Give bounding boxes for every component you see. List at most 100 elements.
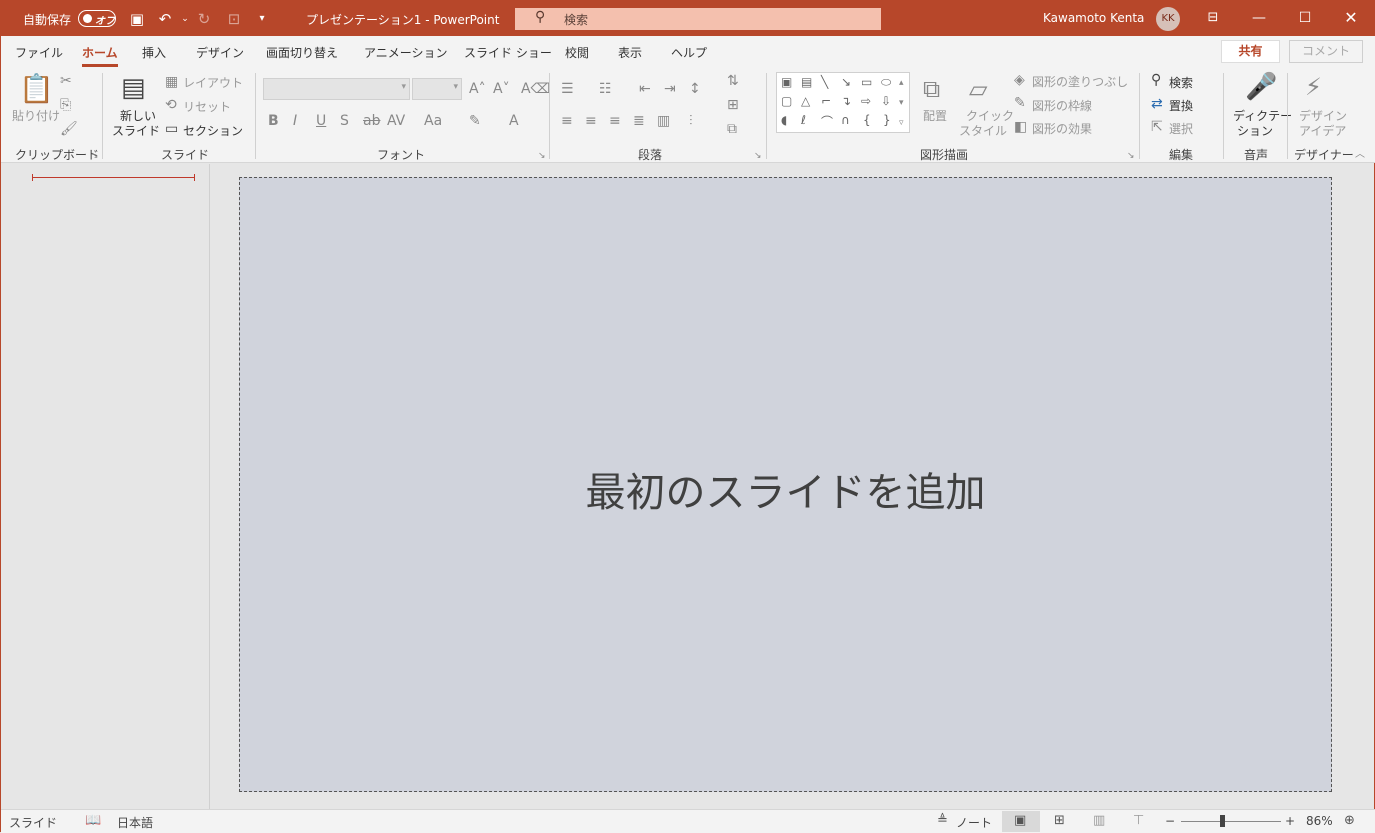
maximize-icon[interactable]: ☐ [1293, 7, 1317, 29]
tab-view[interactable]: 表示 [618, 44, 642, 61]
font-family-select[interactable]: ▾ [263, 78, 410, 100]
bold-icon[interactable]: B [268, 113, 279, 129]
elbow-connector-shape-icon[interactable]: ⌐ [821, 94, 831, 108]
replace-button[interactable]: 置換 [1169, 97, 1193, 114]
tab-insert[interactable]: 挿入 [142, 44, 166, 61]
drawing-launcher-icon[interactable]: ↘ [1127, 151, 1135, 161]
justify-icon[interactable]: ≣ [633, 113, 645, 129]
left-brace-shape-icon[interactable]: { [863, 113, 871, 127]
tab-design[interactable]: デザイン [196, 44, 244, 61]
user-name[interactable]: Kawamoto Kenta [1043, 11, 1144, 25]
textbox-shape-icon[interactable]: ▣ [781, 75, 792, 89]
select-button[interactable]: 選択 [1169, 120, 1193, 137]
right-brace-shape-icon[interactable]: } [883, 113, 891, 127]
reading-view-icon[interactable]: ▥ [1093, 813, 1105, 828]
line-shape-icon[interactable]: ╲ [821, 75, 828, 89]
change-case-icon[interactable]: Aa [424, 113, 442, 129]
paste-icon[interactable]: 📋 [19, 73, 54, 105]
avatar[interactable]: KK [1156, 7, 1180, 31]
redo-icon[interactable]: ↻ [194, 9, 214, 29]
cut-icon[interactable]: ✂ [60, 73, 72, 89]
italic-icon[interactable]: I [293, 113, 297, 129]
tab-transitions[interactable]: 画面切り替え [266, 44, 338, 61]
clear-formatting-icon[interactable]: A⌫ [521, 81, 550, 97]
copy-icon[interactable]: ⎘ [60, 97, 71, 113]
scribble-shape-icon[interactable]: ℓ [801, 113, 806, 127]
tab-file[interactable]: ファイル [15, 44, 63, 61]
quick-styles-icon[interactable]: ▱ [969, 75, 987, 103]
shape-outline-button[interactable]: 図形の枠線 [1032, 97, 1092, 114]
zoom-out-icon[interactable]: − [1165, 814, 1175, 828]
numbering-icon[interactable]: ☷ [599, 81, 612, 97]
increase-indent-icon[interactable]: ⇥ [664, 81, 676, 97]
add-first-slide-area[interactable]: 最初のスライドを追加 [239, 177, 1332, 792]
rounded-rect-shape-icon[interactable]: ▢ [781, 94, 792, 108]
add-first-slide-prompt[interactable]: 最初のスライドを追加 [240, 460, 1331, 518]
font-launcher-icon[interactable]: ↘ [538, 151, 546, 161]
language-indicator[interactable]: 日本語 [117, 814, 153, 831]
arrange-label[interactable]: 配置 [923, 107, 947, 124]
start-from-beginning-icon[interactable]: ⊡ [224, 9, 244, 29]
text-direction-icon[interactable]: ⇅ [727, 73, 739, 89]
share-button[interactable]: 共有 [1221, 40, 1280, 63]
down-arrow-shape-icon[interactable]: ⇩ [881, 94, 891, 108]
collapse-ribbon-icon[interactable]: ︿ [1355, 147, 1365, 163]
format-painter-icon[interactable]: 🖌 [60, 121, 78, 137]
arrow-line-shape-icon[interactable]: ↘ [841, 75, 851, 89]
shape-effects-button[interactable]: 図形の効果 [1032, 120, 1092, 137]
fit-to-window-icon[interactable]: ⊕ [1344, 813, 1355, 828]
curve-shape-icon[interactable]: ∩ [841, 113, 850, 127]
autosave-toggle[interactable]: オフ [78, 10, 116, 27]
freeform-shape-icon[interactable]: ◖ [781, 113, 787, 127]
gallery-more-icon[interactable]: ▿ [899, 115, 904, 131]
increase-font-icon[interactable]: A˄ [469, 81, 486, 97]
highlight-icon[interactable]: ✎ [469, 113, 481, 129]
oval-shape-icon[interactable]: ⬭ [881, 75, 891, 90]
right-arrow-shape-icon[interactable]: ⇨ [861, 94, 871, 108]
align-right-icon[interactable]: ≡ [609, 113, 621, 129]
tab-review[interactable]: 校閲 [565, 44, 589, 61]
tab-animations[interactable]: アニメーション [364, 44, 448, 61]
paste-label[interactable]: 貼り付け [12, 107, 60, 124]
strikethrough-icon[interactable]: ab [363, 113, 380, 129]
minimize-icon[interactable]: — [1247, 7, 1271, 29]
distributed-icon[interactable]: ▥ [657, 113, 670, 129]
section-button[interactable]: セクション [183, 122, 243, 139]
font-size-select[interactable]: ▾ [412, 78, 462, 100]
zoom-level[interactable]: 86% [1306, 814, 1333, 828]
decrease-indent-icon[interactable]: ⇤ [639, 81, 651, 97]
notes-button[interactable]: ノート [956, 814, 992, 831]
tab-help[interactable]: ヘルプ [671, 44, 707, 61]
zoom-slider[interactable] [1181, 821, 1281, 822]
undo-icon[interactable]: ↶ [155, 9, 175, 29]
clipboard-launcher-icon[interactable]: ↘ [91, 151, 99, 161]
ribbon-display-options-icon[interactable]: ⊟ [1201, 7, 1225, 29]
design-ideas-icon[interactable]: ⚡ [1305, 73, 1322, 101]
slideshow-view-icon[interactable]: ⊤ [1133, 813, 1144, 828]
shape-fill-button[interactable]: 図形の塗りつぶし [1032, 73, 1128, 90]
layout-button[interactable]: レイアウト [183, 74, 243, 91]
new-slide-icon[interactable]: ▤ [121, 73, 146, 103]
align-left-icon[interactable]: ≡ [561, 113, 573, 129]
rectangle-shape-icon[interactable]: ▭ [861, 75, 872, 89]
font-color-icon[interactable]: A [509, 113, 519, 129]
bullets-icon[interactable]: ☰ [561, 81, 574, 97]
close-icon[interactable]: ✕ [1339, 7, 1363, 29]
comment-button[interactable]: コメント [1289, 40, 1363, 63]
arrange-icon[interactable]: ⧉ [923, 75, 940, 103]
new-slide-label-2[interactable]: スライド [112, 122, 160, 139]
microphone-icon[interactable]: 🎤 [1245, 71, 1277, 103]
align-center-icon[interactable]: ≡ [585, 113, 597, 129]
vertical-textbox-shape-icon[interactable]: ▤ [801, 75, 812, 89]
customize-toolbar-icon[interactable]: ▾ [252, 9, 272, 29]
tab-slideshow[interactable]: スライド ショー [464, 44, 552, 61]
paragraph-launcher-icon[interactable]: ↘ [754, 151, 762, 161]
search-box[interactable]: ⚲ 検索 [515, 8, 881, 30]
decrease-font-icon[interactable]: A˅ [493, 81, 510, 97]
quick-styles-label-2[interactable]: スタイル [959, 122, 1007, 139]
gallery-down-icon[interactable]: ▾ [899, 95, 904, 111]
columns-icon[interactable]: ⫶ [689, 113, 693, 129]
find-button[interactable]: 検索 [1169, 74, 1193, 91]
character-spacing-icon[interactable]: AV [387, 113, 405, 129]
undo-dropdown-icon[interactable]: ⌄ [175, 9, 195, 29]
